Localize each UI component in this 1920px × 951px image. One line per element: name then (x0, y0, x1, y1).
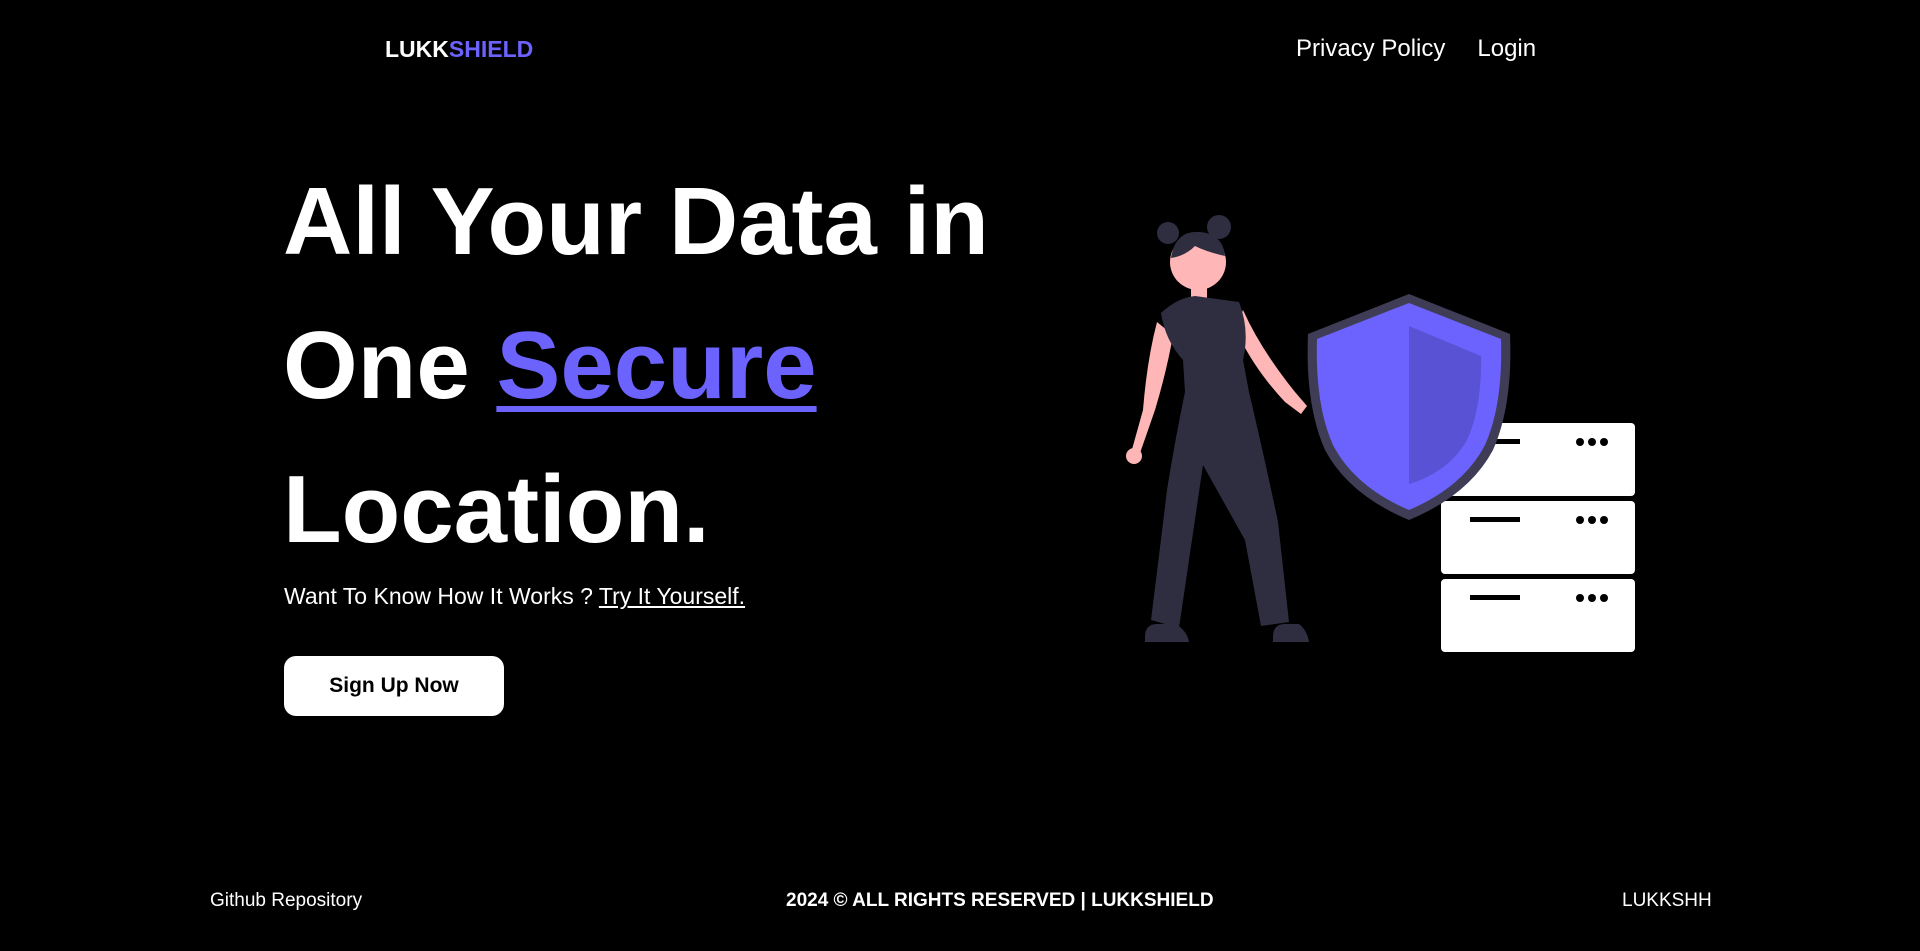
brand-logo-part1: LUKK (385, 36, 449, 62)
top-nav: Privacy Policy Login (1296, 35, 1536, 63)
footer-author: LUKKSHH (1622, 890, 1712, 911)
hero-title-accent: Secure (496, 312, 817, 419)
hero-title-line1: All Your Data in (283, 168, 989, 275)
try-it-yourself-link[interactable]: Try It Yourself. (599, 583, 745, 609)
footer-copyright: 2024 © ALL RIGHTS RESERVED | LUKKSHIELD (786, 890, 1214, 911)
hero-subline: Want To Know How It Works ? Try It Yours… (284, 583, 745, 610)
hero-title: All Your Data in One Secure Location. (283, 150, 1043, 582)
brand-logo[interactable]: LUKKSHIELD (385, 36, 533, 63)
hero-title-line3: Location. (283, 456, 710, 563)
brand-logo-part2: SHIELD (448, 36, 534, 62)
hero-subline-text: Want To Know How It Works ? (284, 583, 599, 609)
nav-login-link[interactable]: Login (1477, 35, 1536, 63)
github-repository-link[interactable]: Github Repository (210, 890, 362, 912)
nav-privacy-policy-link[interactable]: Privacy Policy (1296, 35, 1445, 63)
woman-figure-icon (1126, 215, 1309, 642)
security-illustration (1126, 215, 1635, 652)
hero-title-line2-prefix: One (283, 312, 497, 419)
sign-up-now-button[interactable]: Sign Up Now (284, 656, 504, 716)
